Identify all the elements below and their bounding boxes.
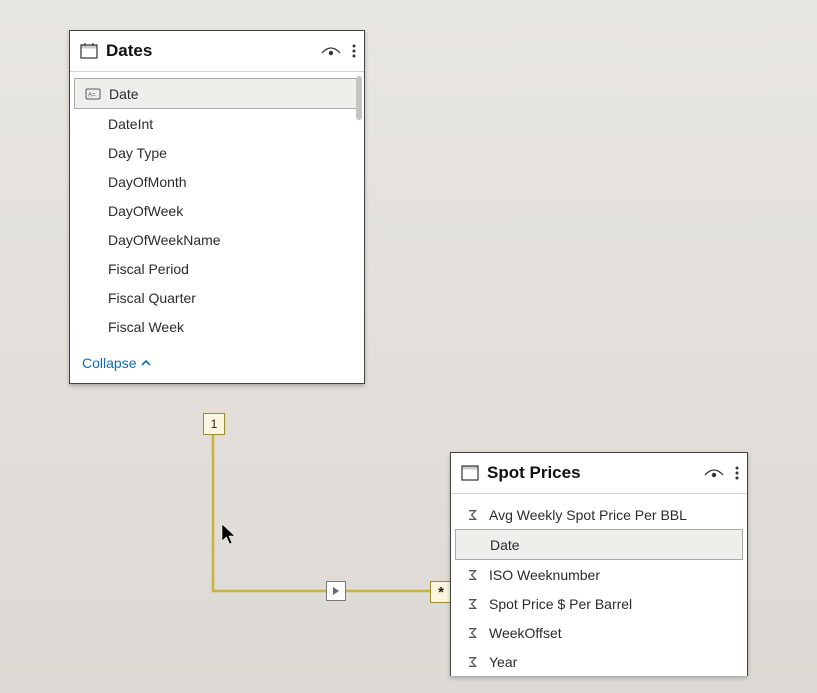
field-label: Fiscal Week — [102, 319, 184, 335]
table-icon — [461, 464, 479, 482]
field-label: DayOfWeekName — [102, 232, 221, 248]
collapse-label: Collapse — [82, 355, 136, 371]
field-row[interactable]: Fiscal Week — [74, 312, 360, 341]
table-header-spot-prices[interactable]: Spot Prices — [451, 453, 747, 494]
sigma-icon — [463, 626, 483, 640]
field-row[interactable]: Fiscal Period — [74, 254, 360, 283]
field-row[interactable]: Avg Weekly Spot Price Per BBL — [455, 500, 743, 529]
field-row[interactable]: Date — [455, 529, 743, 560]
field-row[interactable]: Day Type — [74, 138, 360, 167]
field-row[interactable]: A= Date — [74, 78, 360, 109]
field-row[interactable]: DayOfMonth — [74, 167, 360, 196]
field-label: Year — [483, 654, 517, 670]
field-label: Day Type — [102, 145, 167, 161]
field-label: Fiscal Period — [102, 261, 189, 277]
field-label: Avg Weekly Spot Price Per BBL — [483, 507, 687, 523]
field-label: Date — [103, 86, 139, 102]
field-list-dates: A= Date DateInt Day Type DayOfMonth DayOfWeek… — [70, 72, 364, 345]
field-row[interactable]: DateInt — [74, 109, 360, 138]
field-row[interactable]: Year — [455, 647, 743, 676]
field-label: ISO Weeknumber — [483, 567, 600, 583]
table-title-dates: Dates — [106, 41, 312, 61]
visibility-icon[interactable] — [703, 465, 725, 481]
scrollbar-thumb[interactable] — [356, 76, 362, 120]
date-table-icon — [80, 42, 98, 60]
play-right-icon — [331, 586, 341, 596]
cardinality-many-endpoint[interactable]: * — [430, 581, 452, 603]
field-label: WeekOffset — [483, 625, 562, 641]
sigma-icon — [463, 568, 483, 582]
field-label: Spot Price $ Per Barrel — [483, 596, 632, 612]
more-options-icon[interactable] — [352, 43, 356, 59]
more-options-icon[interactable] — [735, 465, 739, 481]
field-list-spot-prices: Avg Weekly Spot Price Per BBL Date ISO Wee… — [451, 494, 747, 676]
field-label: Fiscal Quarter — [102, 290, 196, 306]
cardinality-many-label: * — [438, 584, 444, 601]
sigma-icon — [463, 655, 483, 669]
field-row[interactable]: DayOfWeekName — [74, 225, 360, 254]
table-header-dates[interactable]: Dates — [70, 31, 364, 72]
sigma-icon — [463, 508, 483, 522]
svg-text:A=: A= — [88, 92, 96, 98]
cardinality-one-label: 1 — [211, 417, 218, 431]
collapse-button[interactable]: Collapse — [70, 345, 364, 383]
mouse-cursor-icon — [221, 523, 239, 547]
cardinality-one-endpoint[interactable]: 1 — [203, 413, 225, 435]
field-label: DayOfMonth — [102, 174, 187, 190]
key-field-icon: A= — [83, 88, 103, 100]
field-label: Date — [484, 537, 520, 553]
field-label: DayOfWeek — [102, 203, 183, 219]
table-card-spot-prices[interactable]: Spot Prices Avg Weekly Spot Price Per BB… — [450, 452, 748, 676]
field-row[interactable]: DayOfWeek — [74, 196, 360, 225]
sigma-icon — [463, 597, 483, 611]
field-row[interactable]: WeekOffset — [455, 618, 743, 647]
field-row[interactable]: ISO Weeknumber — [455, 560, 743, 589]
table-title-spot-prices: Spot Prices — [487, 463, 695, 483]
visibility-icon[interactable] — [320, 43, 342, 59]
table-card-dates[interactable]: Dates A= Date DateInt Day Type DayOfMonth Day… — [69, 30, 365, 384]
field-label: DateInt — [102, 116, 153, 132]
field-row[interactable]: Spot Price $ Per Barrel — [455, 589, 743, 618]
filter-direction-indicator[interactable] — [326, 581, 346, 601]
field-row[interactable]: Fiscal Quarter — [74, 283, 360, 312]
chevron-up-icon — [140, 358, 152, 368]
model-canvas[interactable]: 1 * Dates — [0, 0, 817, 693]
